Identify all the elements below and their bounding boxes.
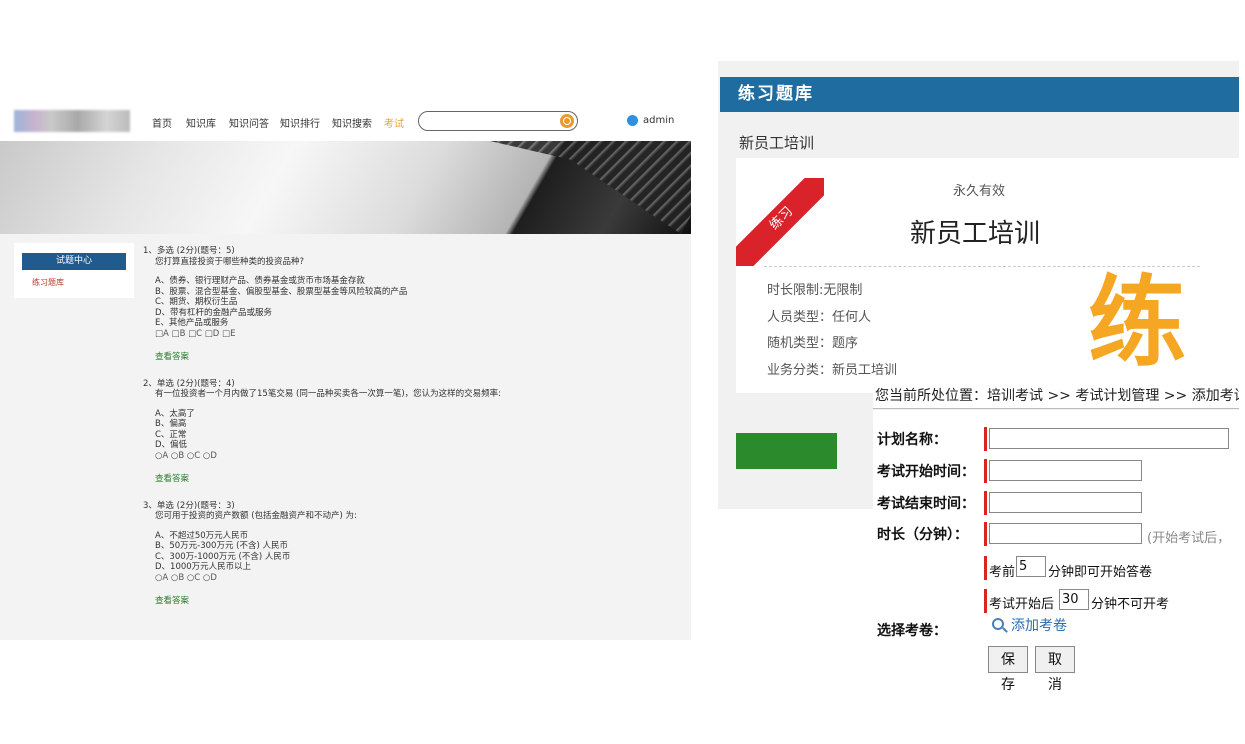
start-time-input[interactable]	[989, 460, 1142, 481]
label-plan-name: 计划名称：	[877, 432, 947, 448]
nav-home[interactable]: 首页	[152, 115, 172, 130]
practice-ribbon: 练习	[736, 178, 824, 266]
cancel-button[interactable]: 取消	[1035, 646, 1075, 693]
option: C、正常	[155, 429, 187, 440]
sidebar-title: 试题中心	[22, 253, 126, 270]
required-marker	[984, 589, 987, 613]
top-navigation: 首页 知识库 知识问答 知识排行 知识搜索 考试 admin	[0, 100, 691, 141]
banner-image	[0, 141, 691, 234]
save-button[interactable]: 保存	[988, 646, 1028, 693]
search-input[interactable]	[418, 111, 578, 131]
exam-site-screenshot: 首页 知识库 知识问答 知识排行 知识搜索 考试 admin 试题中心 练习题库…	[0, 100, 691, 640]
banner-spiral-decoration	[490, 141, 691, 234]
question-list: 1、多选 (2分)(题号：5) 您打算直接投资于哪些种类的投资品种? A、债券、…	[143, 246, 683, 619]
user-icon	[627, 115, 638, 126]
sidebar: 试题中心 练习题库	[14, 243, 134, 298]
option: B、偏高	[155, 419, 187, 429]
add-paper-link[interactable]: 添加考卷	[1011, 615, 1067, 635]
option: B、股票、混合型基金、偏股型基金、股票型基金等风险较高的产品	[155, 286, 408, 297]
nav-knowledge-qa[interactable]: 知识问答	[229, 115, 269, 130]
user-name[interactable]: admin	[643, 115, 674, 126]
search-icon[interactable]	[560, 114, 574, 128]
option: A、债券、银行理财产品、债券基金或货币市场基金存款	[155, 276, 365, 286]
exam-name: 新员工培训	[910, 219, 1041, 249]
option: C、300万-1000万元 (不含) 人民币	[155, 551, 291, 562]
plan-name-input[interactable]	[989, 428, 1229, 449]
label-start-time: 考试开始时间：	[877, 464, 975, 480]
label-end-time: 考试结束时间：	[877, 496, 975, 512]
breadcrumb: 您当前所处位置：培训考试 >> 考试计划管理 >> 添加考试	[873, 383, 1239, 409]
after-suffix: 分钟不可开考	[1091, 597, 1170, 612]
question-text: 有一位投资者一个月内做了15笔交易 (同一品种买卖各一次算一笔)，您认为这样的交…	[155, 389, 502, 399]
sidebar-item-practice[interactable]: 练习题库	[32, 277, 64, 288]
question-header: 3、单选 (2分)(题号：3)	[143, 500, 235, 511]
after-prefix: 考试开始后	[989, 597, 1055, 612]
before-suffix: 分钟即可开始答卷	[1048, 565, 1153, 580]
question-item: 1、多选 (2分)(题号：5) 您打算直接投资于哪些种类的投资品种? A、债券、…	[143, 246, 683, 363]
info-duration: 时长限制:无限制	[767, 283, 863, 298]
ribbon-label: 练习	[736, 178, 824, 266]
question-header: 2、单选 (2分)(题号：4)	[143, 378, 235, 389]
choice-checkboxes[interactable]: □A □B □C □D □E	[143, 329, 683, 340]
option: A、太高了	[155, 408, 195, 419]
end-time-input[interactable]	[989, 492, 1142, 513]
start-button[interactable]	[736, 433, 837, 469]
duration-input[interactable]	[989, 523, 1142, 544]
before-prefix: 考前	[989, 565, 1016, 580]
choice-radios[interactable]: ○A ○B ○C ○D	[143, 451, 683, 462]
question-text: 您可用于投资的资产数额 (包括金融资产和不动产) 为:	[155, 511, 357, 521]
practice-big-icon: 练	[1087, 266, 1186, 380]
option: A、不超过50万元人民币	[155, 530, 249, 541]
info-category: 业务分类：新员工培训	[767, 363, 898, 378]
info-random-type: 随机类型：题序	[767, 336, 859, 351]
option: D、带有杠杆的金融产品或服务	[155, 307, 273, 318]
choice-radios[interactable]: ○A ○B ○C ○D	[143, 573, 683, 584]
option: C、期货、期权衍生品	[155, 297, 238, 307]
view-answer-link[interactable]: 查看答案	[143, 352, 683, 363]
question-text: 您打算直接投资于哪些种类的投资品种?	[155, 256, 305, 267]
required-marker	[984, 522, 987, 546]
nav-knowledge-search[interactable]: 知识搜索	[332, 115, 372, 130]
nav-knowledge-ranking[interactable]: 知识排行	[280, 115, 320, 130]
view-answer-link[interactable]: 查看答案	[143, 596, 683, 607]
nav-exam[interactable]: 考试	[384, 115, 404, 130]
option: D、偏低	[155, 440, 188, 450]
question-header: 1、多选 (2分)(题号：5)	[143, 246, 235, 256]
site-logo	[14, 110, 130, 132]
nav-knowledge-base[interactable]: 知识库	[186, 115, 216, 130]
option: B、50万元-300万元 (不含) 人民币	[155, 541, 288, 551]
info-person-type: 人员类型：任何人	[767, 310, 872, 325]
search-icon[interactable]	[992, 618, 1004, 630]
option: E、其他产品或服务	[155, 318, 229, 328]
duration-hint: (开始考试后，	[1147, 531, 1231, 546]
required-marker	[984, 459, 987, 483]
question-item: 2、单选 (2分)(题号：4) 有一位投资者一个月内做了15笔交易 (同一品种买…	[143, 379, 683, 485]
before-minutes-input[interactable]: 5	[1016, 556, 1046, 577]
panel-header: 练习题库	[720, 77, 1239, 112]
after-minutes-input[interactable]: 30	[1059, 589, 1089, 610]
validity-text: 永久有效	[953, 184, 1006, 199]
label-duration: 时长（分钟）：	[877, 527, 968, 543]
section-title: 新员工培训	[739, 134, 815, 152]
option: D、1000万元人民币以上	[155, 562, 252, 572]
required-marker	[984, 556, 987, 580]
label-select-paper: 选择考卷：	[877, 623, 947, 639]
required-marker	[984, 491, 987, 515]
view-answer-link[interactable]: 查看答案	[143, 474, 683, 485]
question-item: 3、单选 (2分)(题号：3) 您可用于投资的资产数额 (包括金融资产和不动产)…	[143, 501, 683, 607]
required-marker	[984, 427, 987, 451]
